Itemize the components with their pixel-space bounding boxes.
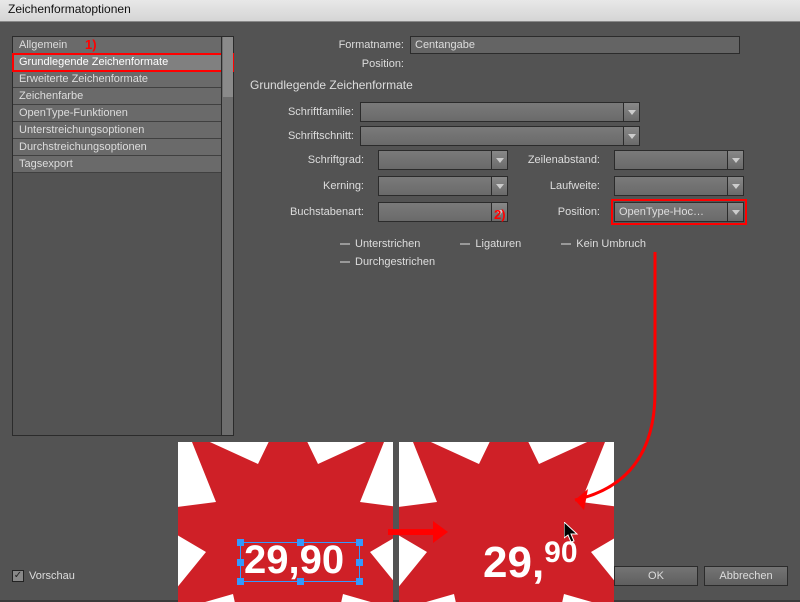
laufweite-combo[interactable] (614, 176, 744, 196)
arrow-down-icon (555, 252, 675, 522)
chevron-down-icon[interactable] (491, 177, 507, 195)
chevron-down-icon[interactable] (623, 127, 639, 145)
schriftfamilie-label: Schriftfamilie: (260, 106, 360, 118)
sidebar-item-durchstreichung[interactable]: Durchstreichungsoptionen (13, 139, 233, 156)
ok-button[interactable]: OK (614, 566, 698, 586)
sidebar-item-opentype[interactable]: OpenType-Funktionen (13, 105, 233, 122)
chevron-down-icon[interactable] (623, 103, 639, 121)
sidebar-item-erweiterte[interactable]: Erweiterte Zeichenformate (13, 71, 233, 88)
position-label: Position: (516, 206, 606, 218)
kerning-label: Kerning: (260, 180, 370, 192)
annotation-2: 2) (494, 207, 506, 222)
dash-icon (460, 243, 470, 245)
schriftschnitt-label: Schriftschnitt: (260, 130, 360, 142)
laufweite-label: Laufweite: (516, 180, 606, 192)
chevron-down-icon[interactable] (727, 177, 743, 195)
sidebar-item-zeichenfarbe[interactable]: Zeichenfarbe (13, 88, 233, 105)
dash-icon (561, 243, 571, 245)
sidebar-item-tagsexport[interactable]: Tagsexport (13, 156, 233, 173)
checkbox-row-1: Unterstrichen Ligaturen Kein Umbruch (340, 238, 788, 250)
cursor-icon (564, 522, 582, 544)
check-ligaturen[interactable]: Ligaturen (460, 238, 521, 250)
schriftschnitt-combo[interactable] (360, 126, 640, 146)
sidebar-item-allgemein[interactable]: Allgemein (13, 37, 233, 54)
dash-icon (340, 261, 350, 263)
sidebar-item-unterstreichung[interactable]: Unterstreichungsoptionen (13, 122, 233, 139)
window-titlebar: Zeichenformatoptionen (0, 0, 800, 22)
chevron-down-icon[interactable] (727, 203, 743, 221)
dash-icon (340, 243, 350, 245)
schriftgrad-combo[interactable] (378, 150, 508, 170)
formatname-input[interactable] (410, 36, 740, 54)
zeilenabstand-label: Zeilenabstand: (516, 154, 606, 166)
dialog-body: 1) Allgemein Grundlegende Zeichenformate… (0, 22, 800, 600)
content-panel: Formatname: Position: Grundlegende Zeich… (250, 36, 788, 268)
window-title: Zeichenformatoptionen (8, 2, 131, 16)
chevron-down-icon[interactable] (727, 151, 743, 169)
position-header-label: Position: (250, 58, 410, 70)
section-title: Grundlegende Zeichenformate (250, 78, 788, 92)
preview-checkbox[interactable]: Vorschau (12, 570, 75, 582)
sidebar-scrollbar[interactable] (221, 37, 233, 435)
buchstabenart-label: Buchstabenart: (260, 206, 370, 218)
arrow-right-icon (388, 517, 448, 547)
annotation-1: 1) (85, 37, 97, 52)
checkbox-icon (12, 570, 24, 582)
formatname-label: Formatname: (250, 39, 410, 51)
check-unterstrichen[interactable]: Unterstrichen (340, 238, 420, 250)
check-durchgestrichen[interactable]: Durchgestrichen (340, 256, 435, 268)
category-sidebar: 1) Allgemein Grundlegende Zeichenformate… (12, 36, 234, 436)
cancel-button[interactable]: Abbrechen (704, 566, 788, 586)
sidebar-scroll-thumb[interactable] (223, 37, 233, 97)
sidebar-item-grundlegende[interactable]: Grundlegende Zeichenformate (13, 54, 233, 71)
zeilenabstand-combo[interactable] (614, 150, 744, 170)
chevron-down-icon[interactable] (491, 151, 507, 169)
schriftfamilie-combo[interactable] (360, 102, 640, 122)
schriftgrad-label: Schriftgrad: (260, 154, 370, 166)
position-combo[interactable]: OpenType-Hoc… (614, 202, 744, 222)
kerning-combo[interactable] (378, 176, 508, 196)
dialog-footer: Vorschau OK Abbrechen (12, 566, 788, 586)
check-kein-umbruch[interactable]: Kein Umbruch (561, 238, 646, 250)
buchstabenart-combo[interactable] (378, 202, 508, 222)
